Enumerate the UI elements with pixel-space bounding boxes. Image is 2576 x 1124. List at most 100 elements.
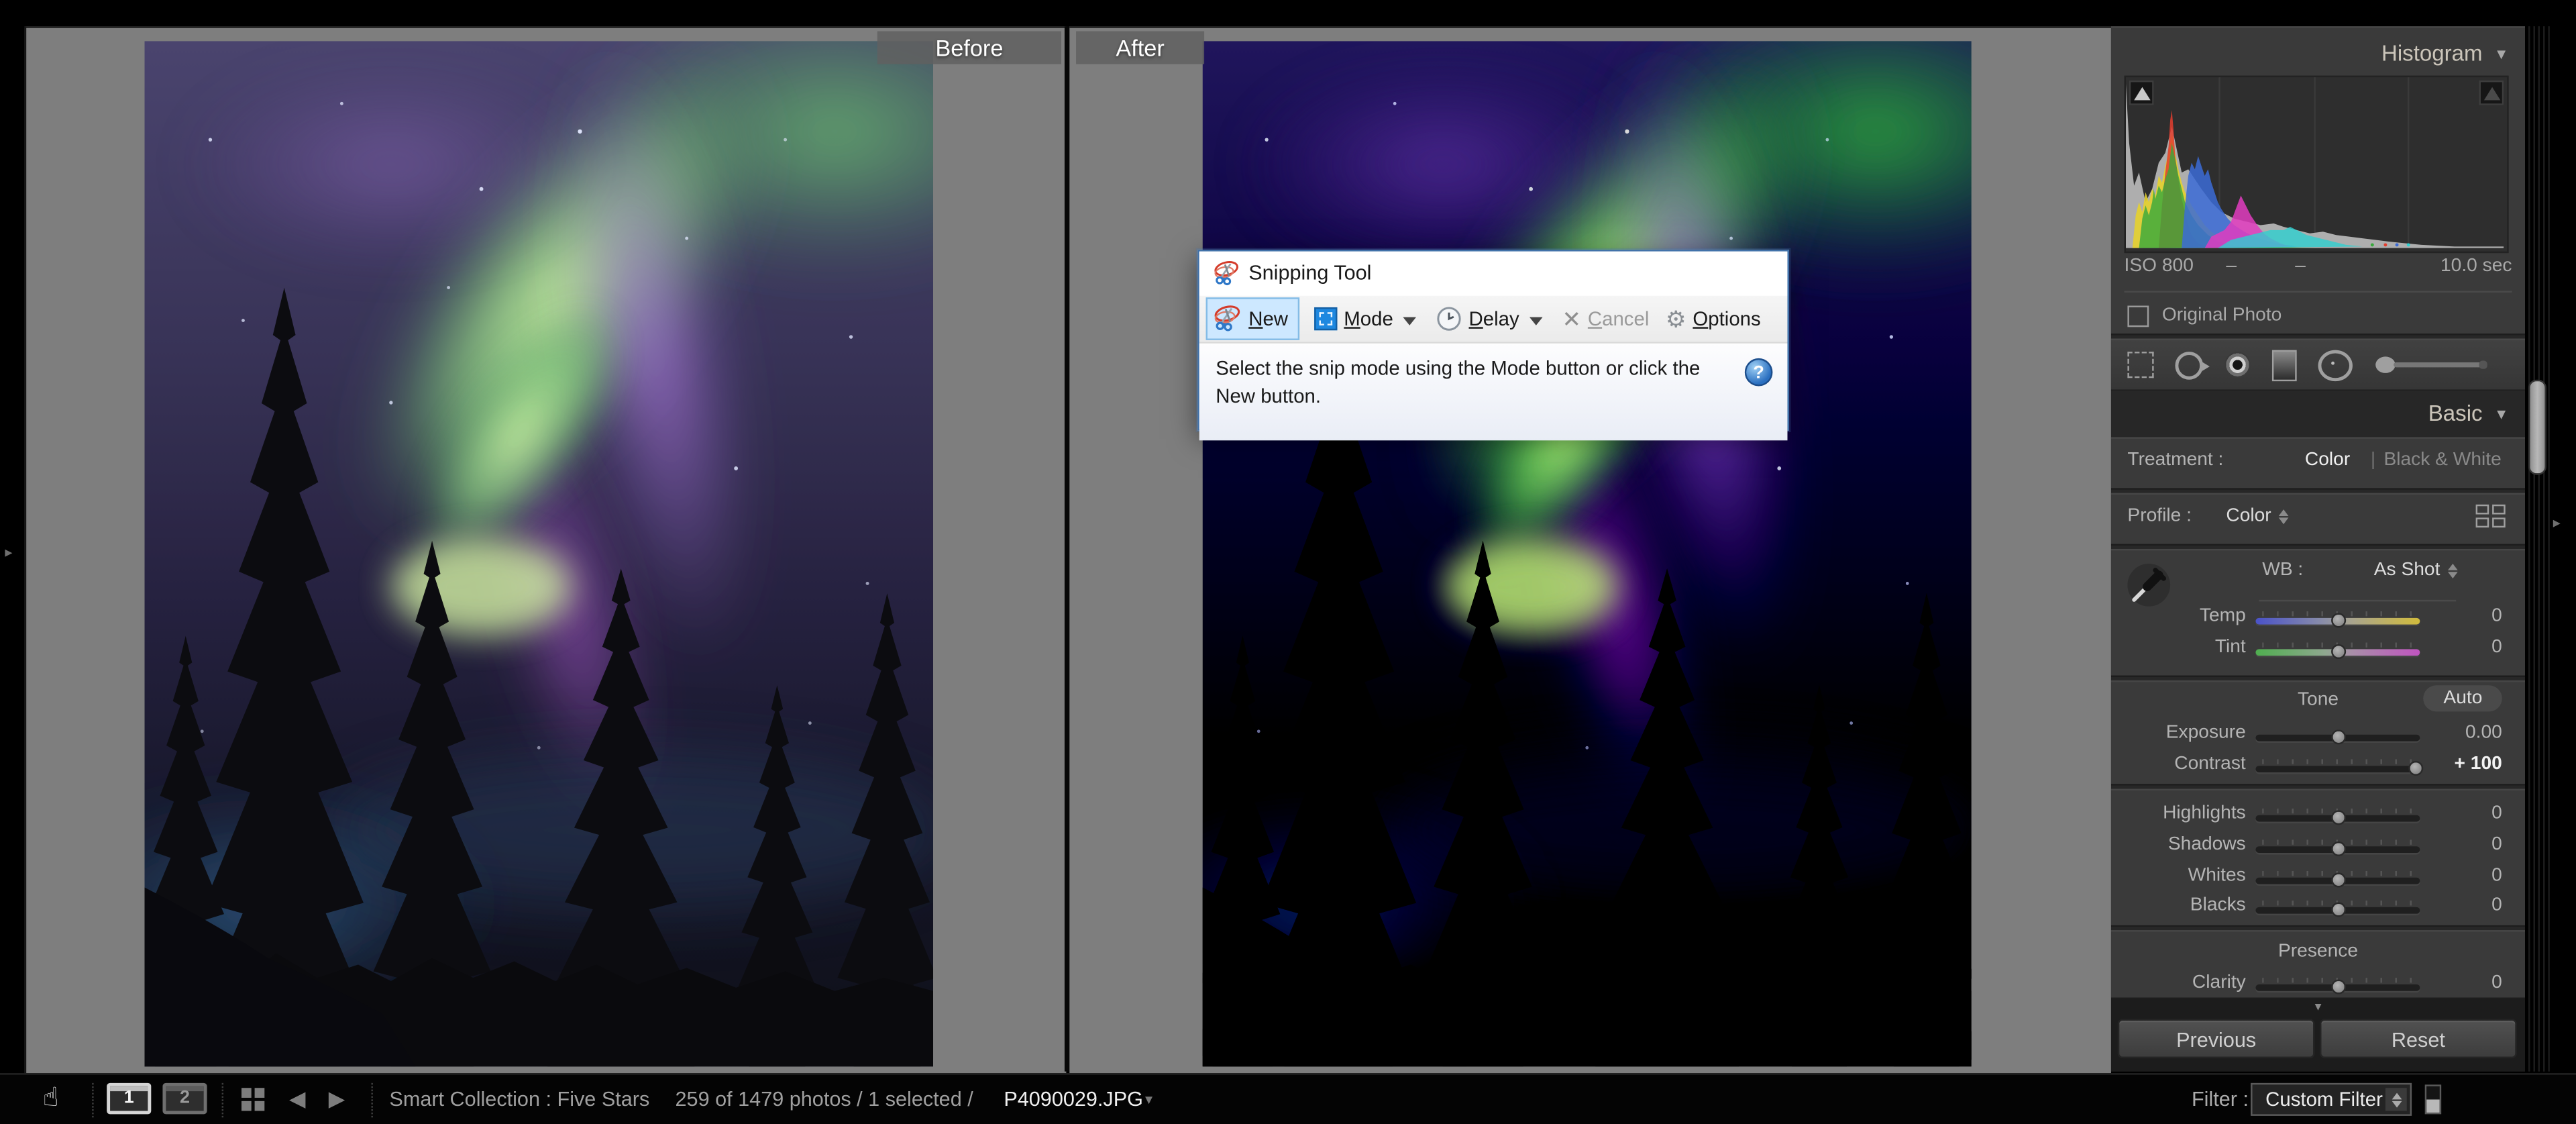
collection-breadcrumb[interactable]: Smart Collection : Five Stars — [389, 1075, 649, 1124]
message-line-2: New button. — [1216, 383, 1728, 411]
exif-row: ISO 800 – – 10.0 sec — [2125, 256, 2512, 283]
histogram-section: Histogram ▼ — [2111, 26, 2525, 335]
help-icon[interactable]: ? — [1745, 358, 1773, 387]
radial-filter-tool-icon[interactable] — [2318, 349, 2353, 380]
previous-photo-icon[interactable]: ◀ — [289, 1086, 305, 1113]
message-line-1: Select the snip mode using the Mode butt… — [1216, 355, 1728, 383]
temp-slider-thumb[interactable] — [2331, 613, 2346, 627]
cancel-x-icon: ✕ — [1562, 307, 1581, 330]
wb-label: WB : — [2262, 560, 2303, 580]
current-filename[interactable]: P4090029.JPG — [1004, 1075, 1143, 1124]
treatment-color-option[interactable]: Color — [2305, 450, 2350, 470]
options-button[interactable]: ⚙ Options — [1658, 299, 1769, 339]
contrast-slider-thumb[interactable] — [2408, 761, 2423, 776]
contrast-slider[interactable] — [2255, 766, 2420, 772]
wb-select[interactable]: As Shot — [2374, 560, 2459, 580]
shadows-slider[interactable] — [2255, 846, 2420, 853]
exposure-slider-thumb[interactable] — [2331, 729, 2346, 744]
profile-updown-icon — [2279, 509, 2290, 523]
separator — [222, 1083, 223, 1117]
before-photo[interactable] — [145, 41, 934, 1066]
profile-select[interactable]: Color — [2226, 506, 2289, 525]
whites-slider-thumb[interactable] — [2331, 872, 2346, 887]
clarity-slider-thumb[interactable] — [2331, 980, 2346, 994]
shadow-clip-triangle-icon — [2133, 87, 2149, 100]
wb-updown-icon — [2449, 563, 2459, 578]
treatment-section: Treatment : Color | Black & White — [2111, 437, 2525, 489]
spot-removal-tool-icon[interactable] — [2175, 351, 2203, 379]
crop-tool-icon[interactable] — [2127, 352, 2153, 378]
profile-section: Profile : Color — [2111, 493, 2525, 546]
cancel-button[interactable]: ✕ Cancel — [1554, 299, 1658, 339]
exposure-slider[interactable] — [2255, 735, 2420, 742]
tint-slider[interactable] — [2255, 649, 2420, 656]
filter-toggle-switch[interactable] — [2425, 1084, 2441, 1114]
filename-caret-icon[interactable]: ▾ — [1145, 1075, 1152, 1124]
blacks-slider[interactable] — [2255, 907, 2420, 914]
tone-header-row: Tone Auto — [2111, 691, 2525, 720]
filter-spinner-icon[interactable] — [2385, 1088, 2407, 1111]
wb-row: WB : As Shot — [2111, 560, 2525, 590]
clarity-value: 0 — [2491, 973, 2502, 992]
next-photo-icon[interactable]: ▶ — [329, 1086, 345, 1113]
mode-button[interactable]: Mode — [1306, 299, 1428, 339]
panel-resize-ridge[interactable] — [2525, 26, 2550, 1072]
temp-slider[interactable] — [2255, 618, 2420, 625]
shutter-value: 10.0 sec — [2440, 256, 2512, 276]
new-button[interactable]: New — [1206, 297, 1300, 340]
shadow-clipping-indicator[interactable] — [2129, 81, 2154, 105]
auto-button[interactable]: Auto — [2424, 685, 2502, 711]
original-photo-checkbox[interactable] — [2127, 305, 2149, 326]
presence-section: Presence Clarity 0 — [2111, 930, 2525, 999]
hand-tool-icon[interactable]: ☝ — [43, 1081, 59, 1114]
blacks-label: Blacks — [2111, 896, 2246, 915]
presence-label: Presence — [2111, 941, 2525, 961]
treatment-bw-option[interactable]: Black & White — [2383, 450, 2501, 470]
previous-button[interactable]: Previous — [2118, 1019, 2315, 1058]
filter-label: Filter : — [2192, 1075, 2249, 1124]
original-photo-label: Original Photo — [2162, 306, 2282, 325]
lightroom-app: ▸ Before After Snipping Tool — [0, 0, 2576, 1124]
temp-label: Temp — [2111, 607, 2246, 626]
tone-section: Tone Auto Exposure 0.00 Contrast + 100 — [2111, 680, 2525, 786]
highlights-slider[interactable] — [2255, 815, 2420, 822]
temp-slider-row: Temp 0 — [2111, 607, 2525, 636]
tint-slider-thumb[interactable] — [2331, 644, 2346, 659]
delay-button[interactable]: Delay — [1428, 299, 1554, 339]
left-panel-reveal-icon[interactable]: ▸ — [5, 546, 12, 560]
graduated-filter-tool-icon[interactable] — [2272, 349, 2297, 380]
panel-scroll-indicator-icon[interactable]: ▾ — [2111, 1001, 2525, 1014]
panel-scrollbar[interactable] — [2528, 380, 2546, 475]
cancel-label: Cancel — [1588, 307, 1649, 330]
histogram-header[interactable]: Histogram ▼ — [2381, 41, 2509, 66]
histogram-plot[interactable] — [2125, 76, 2509, 253]
profile-value: Color — [2226, 506, 2271, 525]
clarity-label: Clarity — [2111, 973, 2246, 992]
before-pane: Before — [25, 26, 1067, 1073]
clarity-slider[interactable] — [2255, 984, 2420, 991]
red-eye-tool-icon[interactable] — [2224, 352, 2251, 378]
reset-button[interactable]: Reset — [2320, 1019, 2517, 1058]
highlight-clipping-indicator[interactable] — [2479, 81, 2504, 105]
adjustment-brush-tool-icon[interactable] — [2374, 354, 2489, 376]
main-window-button[interactable]: 1 — [107, 1083, 151, 1115]
right-panel-collapse-icon[interactable]: ▸ — [2553, 516, 2561, 531]
blacks-slider-thumb[interactable] — [2331, 902, 2346, 917]
whites-slider[interactable] — [2255, 878, 2420, 884]
tool-strip — [2111, 338, 2525, 391]
second-window-button[interactable]: 2 — [162, 1083, 207, 1115]
wb-divider — [2259, 600, 2456, 601]
exposure-slider-row: Exposure 0.00 — [2111, 723, 2525, 753]
aperture-value: – — [2226, 256, 2237, 276]
original-photo-row[interactable]: Original Photo — [2127, 301, 2282, 330]
highlights-slider-thumb[interactable] — [2331, 810, 2346, 825]
blacks-slider-row: Blacks 0 — [2111, 896, 2525, 925]
filter-dropdown[interactable]: Custom Filter — [2251, 1083, 2412, 1116]
after-photo[interactable] — [1203, 41, 1972, 1066]
profile-row: Profile : Color — [2111, 506, 2525, 535]
shadows-slider-thumb[interactable] — [2331, 841, 2346, 856]
profile-browser-icon[interactable] — [2476, 505, 2506, 529]
basic-header[interactable]: Basic ▼ — [2428, 401, 2509, 426]
snipping-tool-titlebar[interactable]: Snipping Tool — [1199, 252, 1788, 296]
grid-view-icon[interactable] — [241, 1088, 264, 1111]
